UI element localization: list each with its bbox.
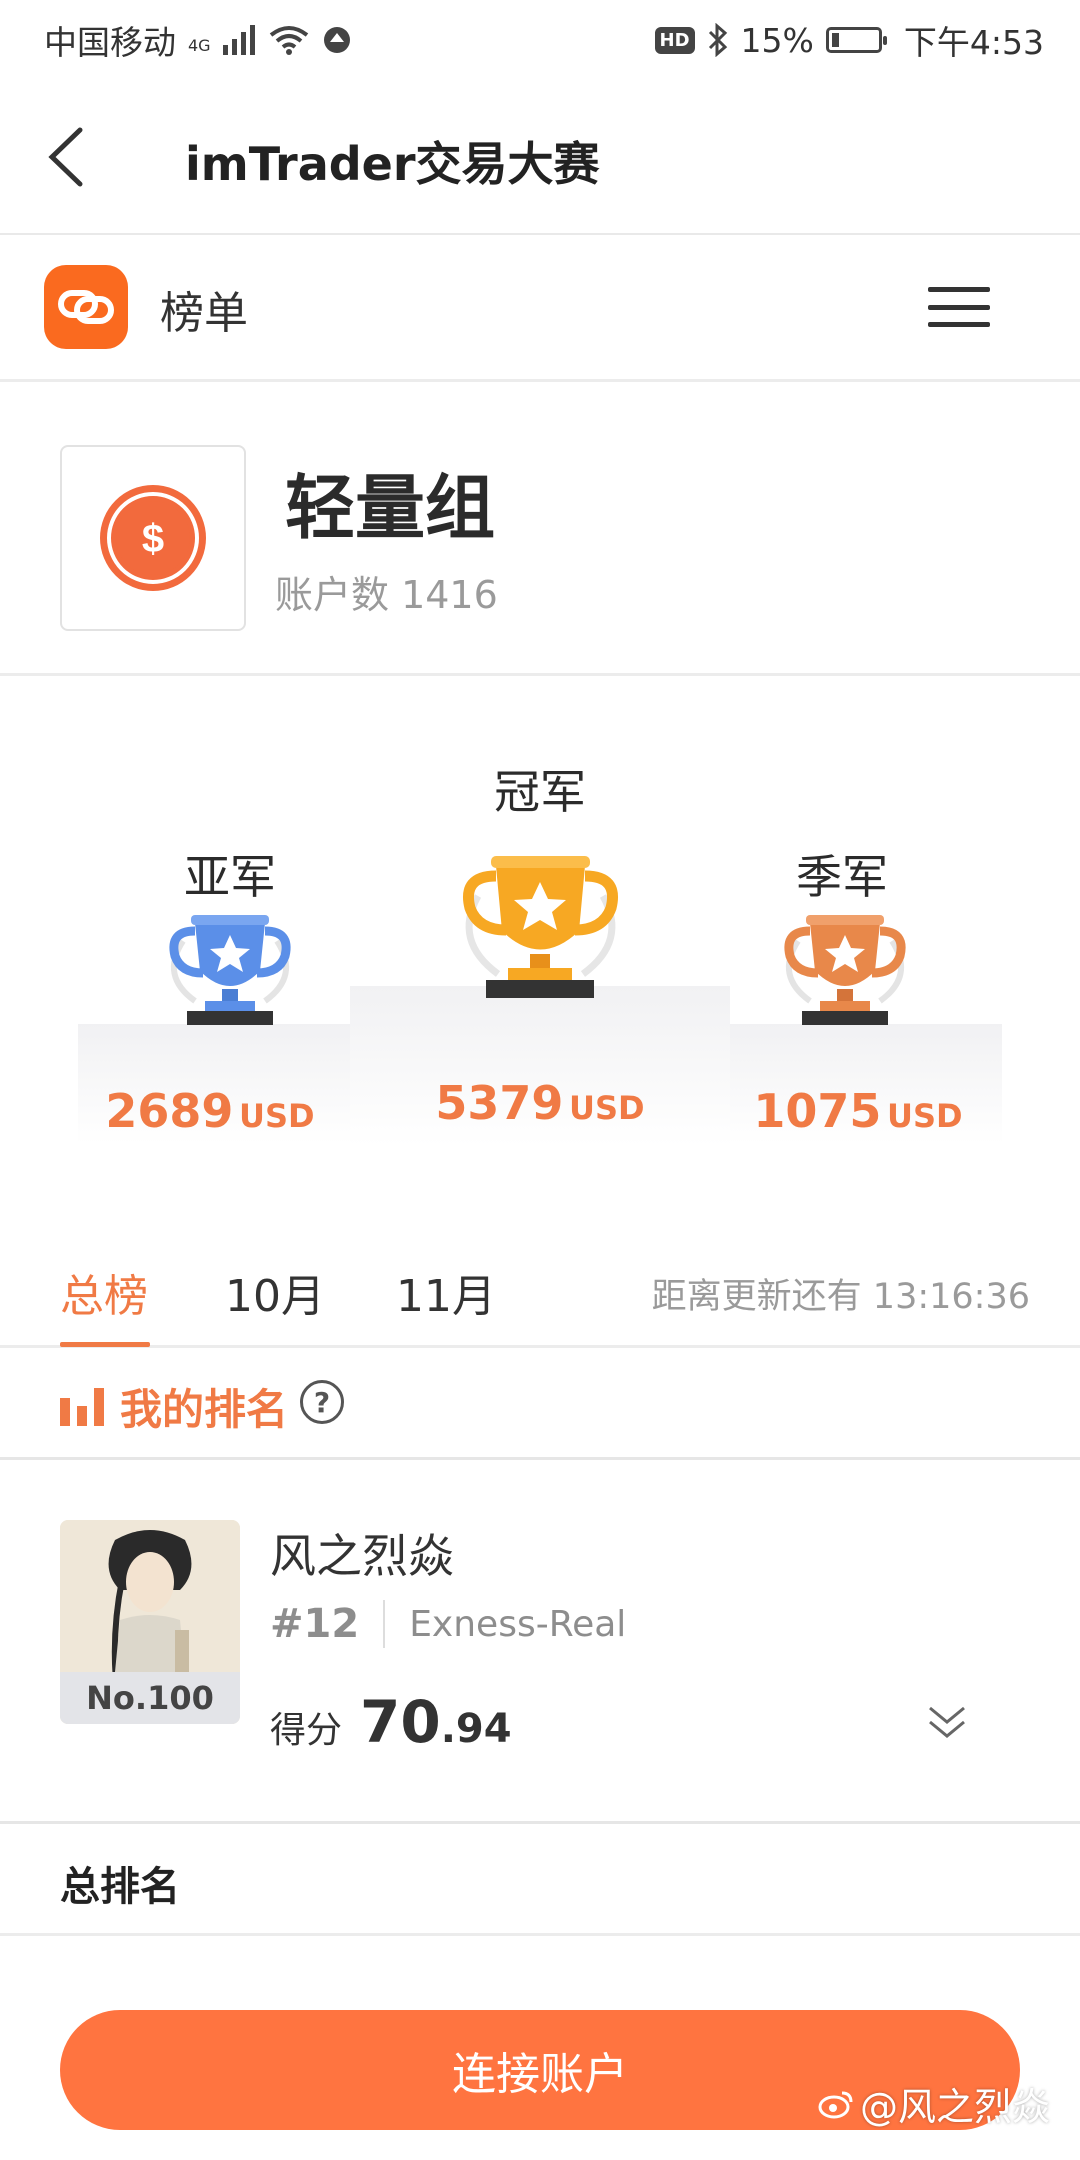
trophy-icon	[463, 856, 618, 998]
score-label: 得分	[270, 1710, 343, 1751]
back-button[interactable]	[36, 120, 96, 194]
double-chevron-down-icon[interactable]	[924, 1700, 970, 1746]
bar-chart-icon	[60, 1388, 104, 1426]
my-rank-card[interactable]: No.100 风之烈焱 #12 Exness-Real 得分 70 .94	[0, 1460, 1080, 1824]
score-row: 得分 70 .94	[270, 1688, 512, 1756]
link-logo-icon	[58, 290, 114, 324]
total-rank-title: 总排名	[60, 1864, 180, 1910]
battery-percent: 15%	[740, 20, 814, 60]
clock: 下午4:53	[903, 23, 1044, 62]
avatar: No.100	[60, 1520, 240, 1724]
first-place-label: 冠军	[494, 765, 586, 819]
group-name: 轻量组	[285, 467, 495, 549]
page-title: imTrader交易大赛	[185, 137, 600, 191]
first-prize: 5379 USD	[400, 1076, 680, 1130]
app-logo	[44, 265, 128, 349]
trophy-icon	[784, 915, 906, 1025]
group-icon-box: $	[60, 445, 246, 631]
third-place-label: 季军	[796, 850, 888, 904]
update-countdown: 距离更新还有 13:16:36	[651, 1277, 1030, 1317]
tab-october[interactable]: 10月	[225, 1260, 325, 1324]
third-prize: 1075 USD	[718, 1084, 998, 1138]
battery-icon	[825, 27, 887, 53]
my-rank-header: 我的排名 ?	[0, 1348, 1080, 1460]
third-prize-amount: 1075	[753, 1084, 882, 1138]
tab-november[interactable]: 11月	[396, 1260, 496, 1324]
podium: 亚军 2689 USD 冠军 5379 USD 季军 1075 USD	[0, 676, 1080, 1196]
group-card: $ 轻量组 账户数 1416	[0, 382, 1080, 676]
watermark-text: @风之烈焱	[859, 2085, 1050, 2129]
total-rank-section: 总排名	[0, 1824, 1080, 1936]
weibo-icon	[818, 2091, 853, 2118]
account-count: 账户数 1416	[275, 573, 498, 617]
second-prize-amount: 2689	[105, 1084, 234, 1138]
hd-badge: HD	[654, 26, 695, 54]
rank-header: 榜单	[0, 235, 1080, 382]
hamburger-menu-icon[interactable]	[928, 287, 990, 327]
dollar-coin-icon: $	[100, 485, 206, 591]
my-rank-title: 我的排名	[120, 1385, 289, 1434]
second-place-label: 亚军	[184, 850, 276, 904]
tab-active-indicator	[60, 1342, 150, 1347]
signal-icon	[222, 25, 257, 55]
watermark: @风之烈焱	[818, 2076, 1050, 2131]
user-name: 风之烈焱	[270, 1529, 454, 1583]
tab-overall[interactable]: 总榜	[60, 1260, 148, 1324]
question-circle-icon[interactable]: ?	[300, 1380, 344, 1424]
score-integer: 70	[360, 1688, 441, 1756]
carrier-name: 中国移动	[44, 23, 176, 62]
score-decimal: .94	[440, 1706, 512, 1752]
vpn-icon	[321, 24, 353, 56]
rank-number-badge: No.100	[60, 1672, 240, 1724]
divider	[383, 1600, 386, 1648]
wifi-icon	[269, 25, 309, 55]
second-prize: 2689 USD	[70, 1084, 350, 1138]
nav-bar: imTrader交易大赛	[0, 80, 1080, 235]
bottom-bar: 连接账户 @风之烈焱	[0, 1980, 1080, 2160]
chevron-left-icon	[48, 127, 83, 187]
user-rank: #12	[270, 1601, 360, 1647]
network-type: 4G	[188, 36, 211, 55]
first-prize-amount: 5379	[435, 1076, 564, 1130]
broker-name: Exness-Real	[409, 1603, 627, 1645]
second-prize-unit: USD	[239, 1097, 315, 1135]
svg-text:$: $	[142, 517, 164, 561]
trophy-icon	[169, 915, 291, 1025]
status-bar: 中国移动 4G HD 15% 下午4:53	[0, 0, 1080, 80]
first-prize-unit: USD	[569, 1089, 645, 1127]
period-tabs: 总榜 10月 11月 距离更新还有 13:16:36	[0, 1230, 1080, 1348]
third-prize-unit: USD	[887, 1097, 963, 1135]
bluetooth-icon	[707, 23, 729, 57]
user-meta: #12 Exness-Real	[270, 1600, 626, 1648]
rank-title: 榜单	[160, 288, 248, 339]
